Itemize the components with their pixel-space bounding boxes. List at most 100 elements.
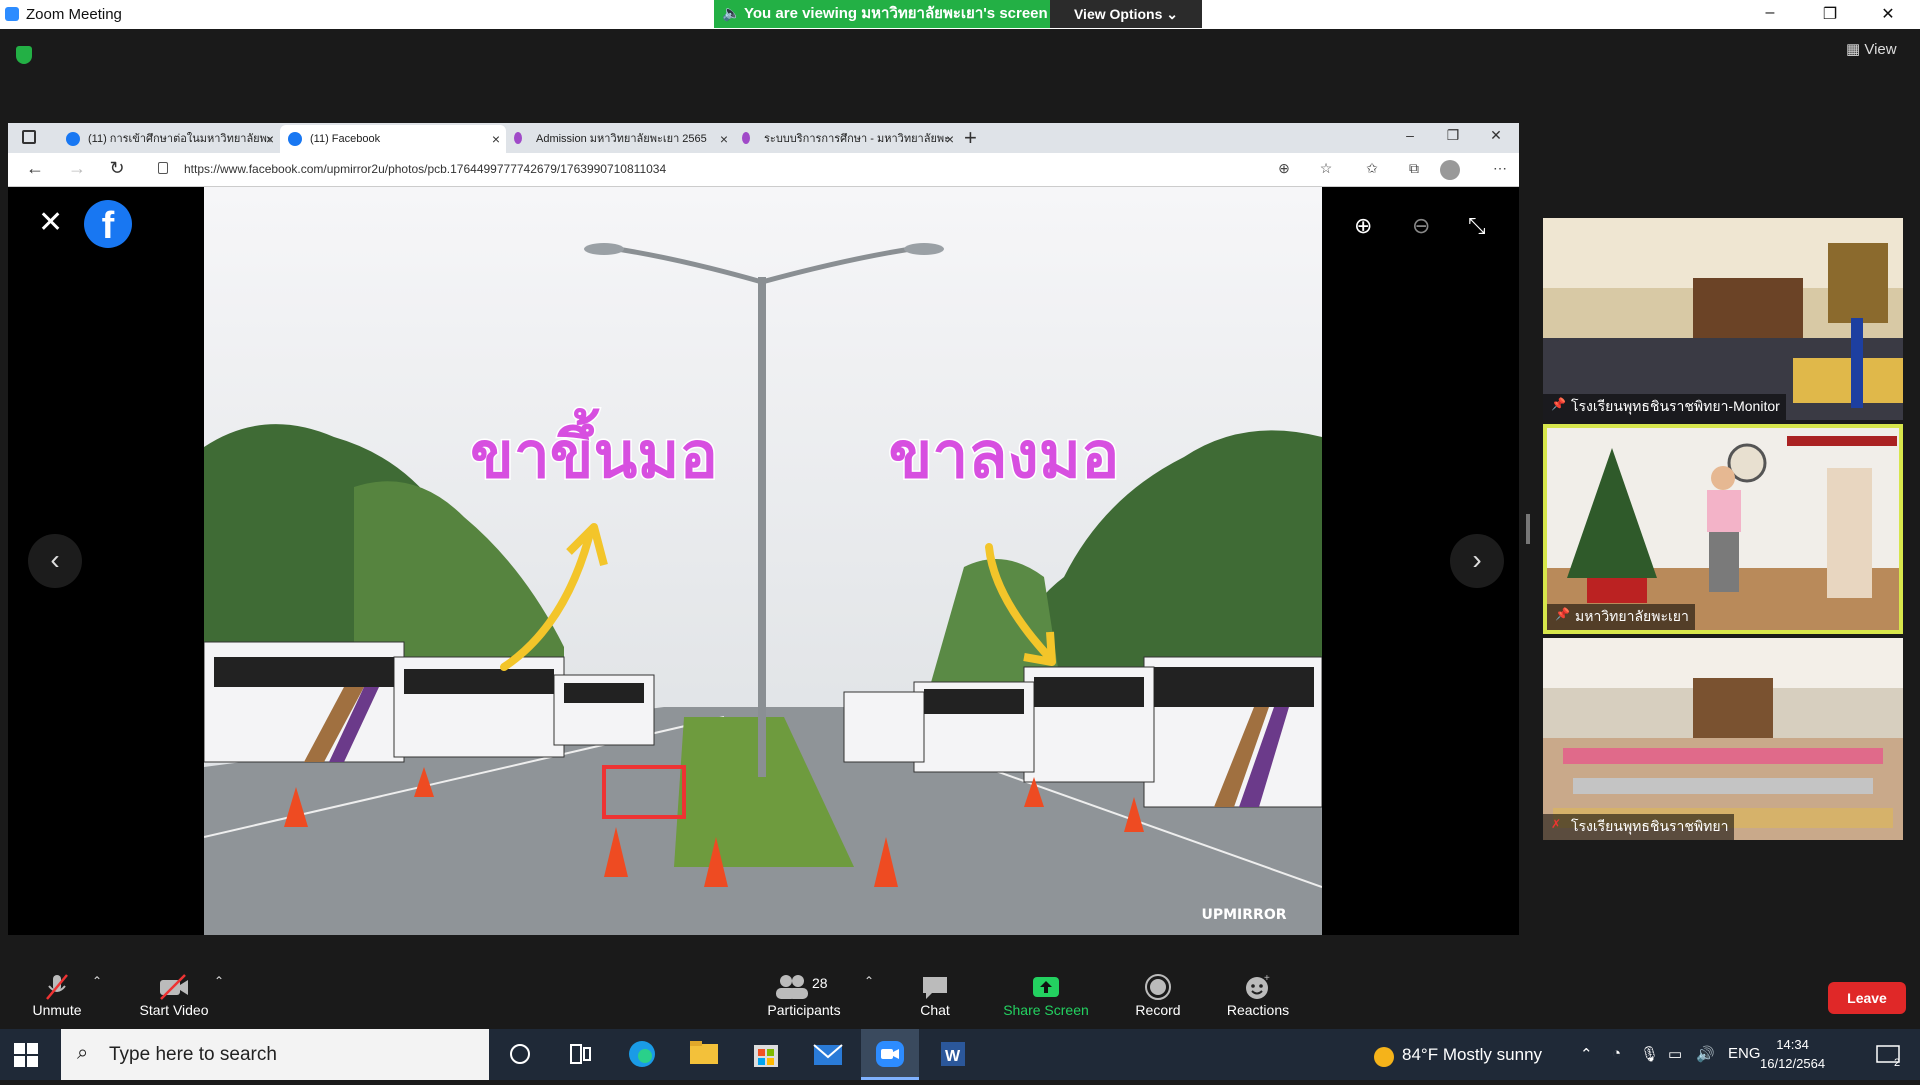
audio-options-chevron-icon[interactable]: ⌃ — [92, 974, 102, 988]
participant-name-text: โรงเรียนพุทธชินราชพิทยา — [1571, 818, 1729, 834]
share-banner-text: You are viewing มหาวิทยาลัยพะเยา's scree… — [744, 5, 1048, 22]
close-tab-icon[interactable]: × — [946, 125, 954, 153]
tab-label: (11) Facebook — [310, 133, 381, 145]
browser-tab-active[interactable]: (11) Facebook × — [280, 125, 506, 153]
browser-tab[interactable]: (11) การเข้าศึกษาต่อในมหาวิทยาลัยพะ × — [58, 125, 280, 153]
language-indicator[interactable]: ENG — [1728, 1045, 1761, 1062]
windows-start-icon[interactable] — [14, 1043, 38, 1067]
browser-tab[interactable]: Admission มหาวิทยาลัยพะเยา 2565 × — [506, 125, 734, 153]
clock[interactable]: 14:34 16/12/2564 — [1760, 1035, 1825, 1073]
facebook-logo-icon[interactable]: f — [84, 200, 132, 248]
show-hidden-icons-icon[interactable]: ⌃ — [1580, 1045, 1593, 1063]
zoom-titlebar: Zoom Meeting 🔈 You are viewing มหาวิทยาล… — [0, 0, 1920, 29]
unmute-button[interactable]: Unmute — [22, 950, 92, 1029]
microsoft-store-icon[interactable] — [737, 1029, 795, 1080]
windows-taskbar: ⌕ Type here to search W 84°F Mostly sunn… — [0, 1029, 1920, 1080]
back-arrow-icon[interactable]: ← — [22, 158, 48, 179]
task-view-icon[interactable] — [551, 1029, 609, 1080]
file-explorer-icon[interactable] — [675, 1029, 733, 1080]
speaker-icon: 🔈 — [722, 5, 741, 22]
close-tab-icon[interactable]: × — [492, 125, 500, 153]
tab-label: (11) การเข้าศึกษาต่อในมหาวิทยาลัยพะ — [88, 133, 273, 145]
browser-tab[interactable]: ระบบบริการการศึกษา - มหาวิทยาลัยพะ × — [734, 125, 960, 153]
security-shield-icon[interactable] — [16, 46, 32, 64]
panel-splitter[interactable] — [1526, 514, 1530, 544]
edge-browser-icon[interactable] — [613, 1029, 671, 1080]
pin-icon: 📌 — [1555, 607, 1570, 621]
video-tile-active-speaker[interactable]: 📌 มหาวิทยาลัยพะเยา — [1543, 424, 1903, 634]
zoom-in-icon[interactable]: ⊕ — [1354, 213, 1372, 239]
minimize-button[interactable]: – — [1750, 4, 1790, 22]
start-video-button[interactable]: Start Video — [130, 950, 218, 1029]
participants-count: 28 — [812, 975, 828, 991]
more-menu-icon[interactable]: ⋯ — [1488, 160, 1512, 177]
close-tab-icon[interactable]: × — [720, 125, 728, 153]
record-button[interactable]: Record — [1128, 950, 1188, 1029]
restore-button[interactable]: ❐ — [1810, 4, 1850, 24]
microphone-tray-icon[interactable]: 🎙 — [1640, 1045, 1659, 1063]
notifications-icon[interactable]: 2 — [1876, 1045, 1904, 1071]
zoom-taskbar-icon[interactable] — [861, 1029, 919, 1080]
weather-text[interactable]: 84°F Mostly sunny — [1402, 1045, 1542, 1065]
leave-button[interactable]: Leave — [1828, 982, 1906, 1014]
next-photo-button[interactable]: › — [1450, 534, 1504, 588]
cortana-icon[interactable] — [491, 1029, 549, 1080]
unmute-label: Unmute — [32, 1002, 82, 1018]
collections-icon[interactable]: ⧉ — [1402, 160, 1426, 177]
participant-name-text: มหาวิทยาลัยพะเยา — [1575, 608, 1689, 624]
favorites-icon[interactable]: ✩ — [1360, 160, 1384, 177]
photo-text-left: ขาขึ้นมอ — [470, 408, 718, 493]
zoom-in-address-icon[interactable]: ⊕ — [1272, 160, 1296, 177]
battery-icon[interactable]: ▭ — [1668, 1045, 1682, 1063]
zoom-out-icon[interactable]: ⊖ — [1412, 213, 1430, 239]
word-icon[interactable]: W — [923, 1029, 981, 1080]
close-tab-icon[interactable]: × — [266, 125, 274, 153]
share-banner: 🔈 You are viewing มหาวิทยาลัยพะเยา's scr… — [714, 0, 1050, 28]
network-icon[interactable]: ◔ — [1612, 1045, 1621, 1062]
up-icon — [742, 132, 750, 144]
window-title: Zoom Meeting — [26, 6, 122, 23]
refresh-icon[interactable]: ↻ — [104, 158, 130, 179]
participants-label: Participants — [767, 1002, 841, 1018]
video-tile[interactable]: ✗ โรงเรียนพุทธชินราชพิทยา — [1543, 638, 1903, 840]
video-tile[interactable]: 📌 โรงเรียนพุทธชินราชพิทยา-Monitor — [1543, 218, 1903, 420]
weather-icon[interactable] — [1372, 1045, 1396, 1073]
view-button[interactable]: ▦ View — [1846, 40, 1897, 58]
video-feed — [1543, 218, 1903, 420]
chevron-down-icon: ⌄ — [1166, 6, 1179, 22]
clock-time: 14:34 — [1776, 1037, 1809, 1052]
mail-icon[interactable] — [799, 1029, 857, 1080]
view-options-button[interactable]: View Options ⌄ — [1050, 0, 1202, 28]
new-tab-icon[interactable]: + — [964, 125, 977, 151]
search-placeholder: Type here to search — [109, 1044, 277, 1065]
forward-arrow-icon[interactable]: → — [64, 158, 90, 179]
collapse-icon[interactable]: ⤡ — [1468, 213, 1486, 239]
participants-chevron-icon[interactable]: ⌃ — [864, 974, 874, 988]
close-button[interactable]: ✕ — [1868, 4, 1908, 24]
clock-date: 16/12/2564 — [1760, 1056, 1826, 1071]
lock-icon — [158, 162, 168, 174]
video-options-chevron-icon[interactable]: ⌃ — [214, 974, 224, 988]
url-field[interactable]: https://www.facebook.com/upmirror2u/phot… — [184, 162, 666, 176]
close-photo-icon[interactable]: ✕ — [38, 205, 63, 240]
share-screen-button[interactable]: Share Screen — [998, 950, 1094, 1029]
share-screen-label: Share Screen — [1003, 1002, 1089, 1018]
browser-close-icon[interactable]: ✕ — [1481, 127, 1511, 144]
photo-watermark: UPMIRROR — [1201, 907, 1286, 923]
tab-label: Admission มหาวิทยาลัยพะเยา 2565 — [536, 133, 707, 145]
muted-mic-icon: ✗ — [1551, 817, 1562, 831]
add-favorite-icon[interactable]: ☆ — [1314, 160, 1338, 177]
taskbar-search-box[interactable]: ⌕ Type here to search — [61, 1029, 489, 1080]
reactions-button[interactable]: + Reactions — [1222, 950, 1294, 1029]
chat-button[interactable]: Chat — [910, 950, 960, 1029]
volume-icon[interactable]: 🔊 — [1696, 1045, 1715, 1063]
tab-actions-icon[interactable] — [22, 130, 36, 144]
previous-photo-button[interactable]: ‹ — [28, 534, 82, 588]
view-options-label: View Options — [1073, 6, 1163, 22]
video-feed — [1543, 638, 1903, 840]
browser-minimize-icon[interactable]: – — [1395, 127, 1425, 143]
participants-button[interactable]: 28 Participants — [756, 950, 852, 1029]
profile-avatar-icon[interactable] — [1440, 160, 1460, 180]
tab-label: ระบบบริการการศึกษา - มหาวิทยาลัยพะ — [764, 133, 951, 145]
browser-restore-icon[interactable]: ❐ — [1438, 127, 1468, 144]
